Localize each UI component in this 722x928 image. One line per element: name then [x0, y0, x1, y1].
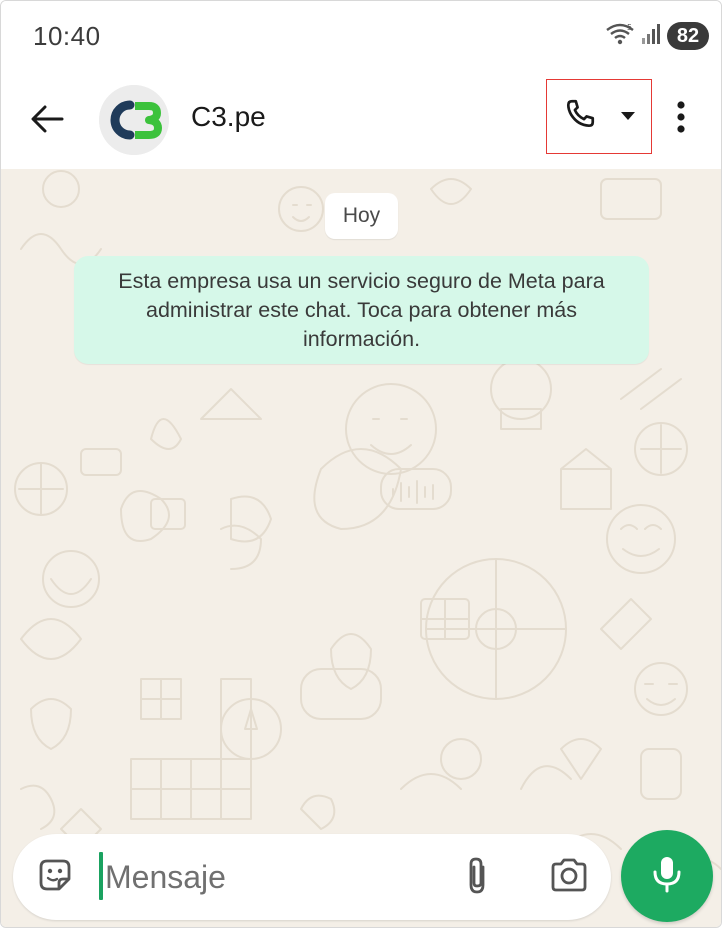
- sticker-button[interactable]: [33, 855, 77, 899]
- chat-area[interactable]: Hoy Esta empresa usa un servicio seguro …: [1, 169, 721, 927]
- caret-down-icon: [620, 108, 636, 126]
- voice-message-button[interactable]: [621, 830, 713, 922]
- message-composer: [13, 834, 611, 920]
- system-message[interactable]: Esta empresa usa un servicio seguro de M…: [74, 256, 649, 364]
- phone-icon: [562, 96, 598, 137]
- microphone-icon: [650, 854, 684, 899]
- message-input[interactable]: [105, 854, 435, 900]
- signal-icon: [641, 23, 661, 50]
- camera-icon: [549, 857, 589, 898]
- c3-logo: [99, 85, 169, 155]
- status-icons: 5 82: [605, 21, 709, 51]
- contact-avatar[interactable]: [99, 85, 169, 155]
- battery-icon: 82: [667, 22, 709, 50]
- status-bar: 10:40 5 82: [1, 1, 721, 71]
- voice-call-button[interactable]: [546, 79, 652, 154]
- status-time: 10:40: [33, 21, 101, 51]
- attach-button[interactable]: [455, 854, 499, 900]
- camera-button[interactable]: [545, 854, 593, 900]
- app-window: 10:40 5 82 C3.pe Hoy Esta empresa usa un…: [0, 0, 722, 928]
- paperclip-icon: [463, 855, 491, 900]
- more-options-button[interactable]: [661, 93, 701, 145]
- back-button[interactable]: [25, 99, 69, 143]
- wifi-icon: 5: [605, 22, 635, 51]
- back-arrow-icon: [30, 104, 64, 139]
- text-cursor: [99, 852, 103, 900]
- contact-name[interactable]: C3.pe: [191, 101, 266, 133]
- sticker-icon: [35, 855, 75, 900]
- svg-text:5: 5: [627, 23, 632, 32]
- chat-header: C3.pe: [1, 71, 721, 169]
- more-vertical-icon: [676, 100, 686, 139]
- date-label: Hoy: [325, 193, 398, 239]
